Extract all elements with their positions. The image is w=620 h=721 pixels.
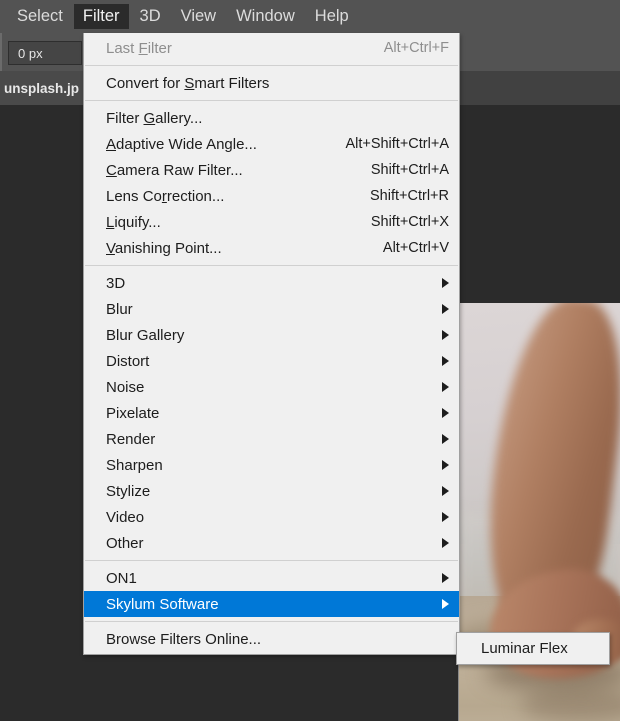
menu-item-convert-for-smart-filters[interactable]: Convert for Smart Filters	[84, 70, 459, 96]
menu-item-3d[interactable]: 3D	[84, 270, 459, 296]
menu-item-lens-correction[interactable]: Lens Correction... Shift+Ctrl+R	[84, 183, 459, 209]
menu-item-label: Noise	[106, 378, 145, 396]
menu-separator	[85, 560, 458, 561]
menu-item-render[interactable]: Render	[84, 426, 459, 452]
photoshop-window: Select Filter 3D View Window Help 0 px unspla…	[0, 0, 620, 721]
menu-item-label: Pixelate	[106, 404, 160, 422]
document-tab[interactable]: unsplash.jp	[0, 71, 96, 105]
document-tab-label: unsplash.jp	[4, 80, 80, 96]
submenu-arrow-icon	[442, 330, 449, 340]
menu-item-shortcut: Alt+Ctrl+F	[383, 40, 449, 56]
menu-item-shortcut: Shift+Ctrl+X	[370, 214, 449, 230]
menu-item-label: 3D	[106, 274, 126, 292]
menu-item-on1[interactable]: ON1	[84, 565, 459, 591]
menu-item-stylize[interactable]: Stylize	[84, 478, 459, 504]
submenu-arrow-icon	[442, 278, 449, 288]
menu-item-label: Distort	[106, 352, 150, 370]
menu-item-label: Adaptive Wide Angle...	[106, 135, 257, 153]
menu-item-label: Skylum Software	[106, 595, 219, 613]
menu-separator	[85, 621, 458, 622]
menu-bar-item-filter[interactable]: Filter	[73, 4, 129, 29]
menu-item-label: Other	[106, 534, 144, 552]
menu-item-camera-raw-filter[interactable]: Camera Raw Filter... Shift+Ctrl+A	[84, 157, 459, 183]
submenu-arrow-icon	[442, 408, 449, 418]
menu-item-label: Vanishing Point...	[106, 239, 222, 257]
menu-item-pixelate[interactable]: Pixelate	[84, 400, 459, 426]
menu-item-browse-filters-online[interactable]: Browse Filters Online...	[84, 626, 459, 652]
menu-item-label: ON1	[106, 569, 137, 587]
menu-item-label: Liquify...	[106, 213, 161, 231]
submenu-arrow-icon	[442, 460, 449, 470]
submenu-item-label: Luminar Flex	[481, 640, 568, 657]
menu-item-vanishing-point[interactable]: Vanishing Point... Alt+Ctrl+V	[84, 235, 459, 261]
menu-item-label: Browse Filters Online...	[106, 630, 262, 648]
menu-bar-items: Select Filter 3D View Window Help	[8, 0, 360, 33]
feather-input[interactable]: 0 px	[8, 41, 82, 65]
menu-item-other[interactable]: Other	[84, 530, 459, 556]
menu-separator	[85, 265, 458, 266]
menu-item-blur-gallery[interactable]: Blur Gallery	[84, 322, 459, 348]
menu-item-label: Sharpen	[106, 456, 163, 474]
menu-item-label: Blur	[106, 300, 133, 318]
menu-item-skylum-software[interactable]: Skylum Software	[84, 591, 459, 617]
submenu-arrow-icon	[442, 599, 449, 609]
menu-item-label: Lens Correction...	[106, 187, 225, 205]
feather-value: 0 px	[18, 45, 43, 61]
submenu-arrow-icon	[442, 382, 449, 392]
submenu-arrow-icon	[442, 434, 449, 444]
filter-dropdown-menu: Last Filter Alt+Ctrl+F Convert for Smart F…	[83, 33, 460, 655]
menu-separator	[85, 100, 458, 101]
menu-bar: Select Filter 3D View Window Help	[0, 0, 620, 33]
menu-item-adaptive-wide-angle[interactable]: Adaptive Wide Angle... Alt+Shift+Ctrl+A	[84, 131, 459, 157]
menu-item-label: Last Filter	[106, 39, 172, 57]
submenu-arrow-icon	[442, 356, 449, 366]
submenu-arrow-icon	[442, 304, 449, 314]
menu-item-label: Camera Raw Filter...	[106, 161, 243, 179]
skylum-software-submenu: Luminar Flex	[456, 632, 610, 665]
options-bar-divider	[0, 33, 2, 71]
menu-item-shortcut: Alt+Ctrl+V	[382, 240, 449, 256]
submenu-arrow-icon	[442, 486, 449, 496]
menu-bar-item-view[interactable]: View	[172, 4, 225, 29]
menu-item-label: Video	[106, 508, 145, 526]
menu-item-label: Stylize	[106, 482, 151, 500]
menu-bar-item-select[interactable]: Select	[8, 4, 72, 29]
menu-item-shortcut: Alt+Shift+Ctrl+A	[345, 136, 449, 152]
sand-texture	[521, 687, 620, 721]
menu-bar-item-3d[interactable]: 3D	[131, 4, 170, 29]
submenu-arrow-icon	[442, 573, 449, 583]
submenu-arrow-icon	[442, 538, 449, 548]
menu-bar-item-window[interactable]: Window	[227, 4, 304, 29]
menu-separator	[85, 65, 458, 66]
menu-item-last-filter: Last Filter Alt+Ctrl+F	[84, 35, 459, 61]
menu-item-video[interactable]: Video	[84, 504, 459, 530]
menu-item-shortcut: Shift+Ctrl+A	[370, 162, 449, 178]
menu-item-label: Filter Gallery...	[106, 109, 203, 127]
menu-item-label: Blur Gallery	[106, 326, 185, 344]
submenu-item-luminar-flex[interactable]: Luminar Flex	[457, 636, 609, 661]
submenu-arrow-icon	[442, 512, 449, 522]
menu-item-sharpen[interactable]: Sharpen	[84, 452, 459, 478]
menu-item-noise[interactable]: Noise	[84, 374, 459, 400]
menu-item-liquify[interactable]: Liquify... Shift+Ctrl+X	[84, 209, 459, 235]
menu-item-label: Convert for Smart Filters	[106, 74, 270, 92]
menu-item-filter-gallery[interactable]: Filter Gallery...	[84, 105, 459, 131]
menu-item-distort[interactable]: Distort	[84, 348, 459, 374]
menu-item-blur[interactable]: Blur	[84, 296, 459, 322]
menu-bar-item-help[interactable]: Help	[306, 4, 358, 29]
menu-item-label: Render	[106, 430, 156, 448]
menu-item-shortcut: Shift+Ctrl+R	[370, 188, 449, 204]
